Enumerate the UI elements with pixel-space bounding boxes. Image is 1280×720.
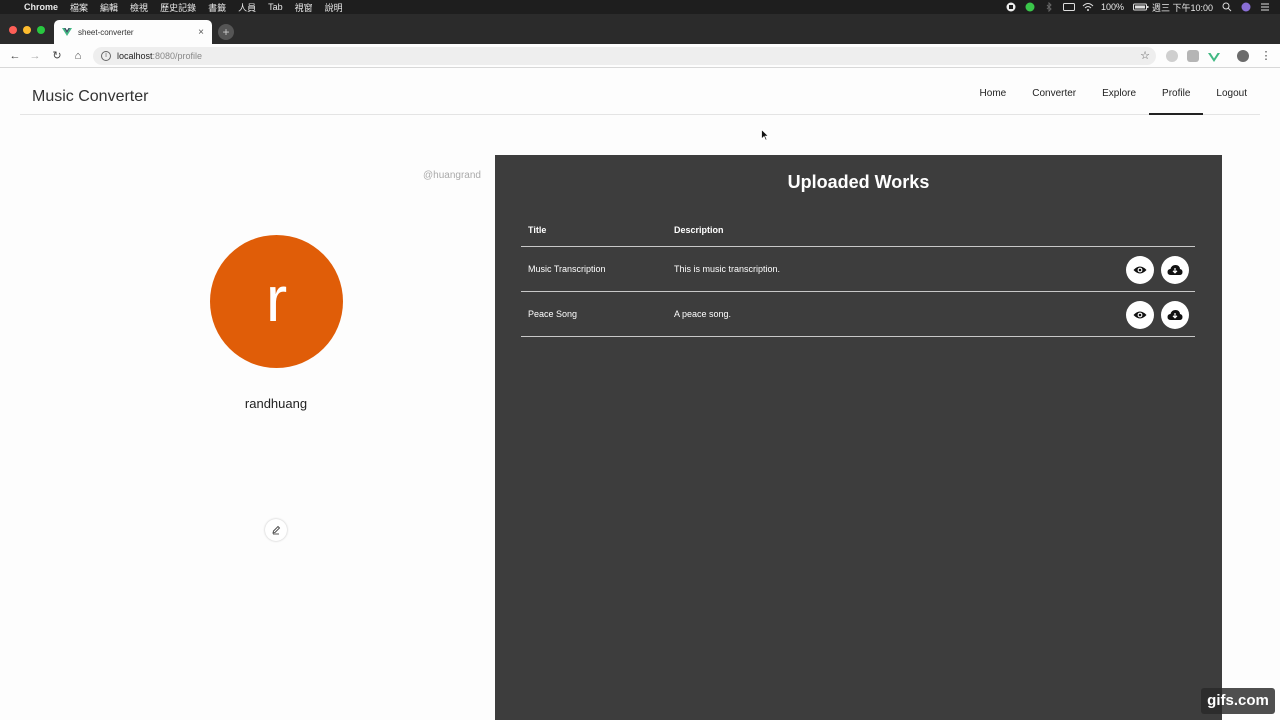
column-header-description: Description — [674, 225, 724, 235]
browser-toolbar: ← → ↻ ⌂ i localhost:8080/profile ☆ ⋮ — [0, 44, 1280, 68]
eye-icon — [1133, 266, 1147, 274]
profile-avatar-icon[interactable] — [1237, 50, 1249, 62]
nav-profile[interactable]: Profile — [1149, 68, 1204, 115]
bookmark-star-icon[interactable]: ☆ — [1140, 49, 1150, 62]
tab-title: sheet-converter — [78, 27, 134, 37]
url-host: localhost — [117, 51, 153, 61]
menu-item-file[interactable]: 檔案 — [70, 1, 88, 14]
username: randhuang — [244, 396, 308, 411]
menu-item-people[interactable]: 人員 — [238, 1, 256, 14]
spotlight-search-icon[interactable] — [1222, 2, 1232, 12]
menu-item-help[interactable]: 說明 — [325, 1, 343, 14]
cloud-download-icon — [1167, 310, 1183, 320]
view-button[interactable] — [1126, 256, 1154, 284]
avatar: r — [210, 235, 343, 368]
menu-item-edit[interactable]: 編輯 — [100, 1, 118, 14]
extension-vue-icon[interactable] — [1208, 50, 1220, 62]
view-button[interactable] — [1126, 301, 1154, 329]
site-info-icon[interactable]: i — [101, 51, 111, 61]
back-arrow-icon[interactable]: ← — [8, 49, 22, 63]
battery-icon[interactable] — [1132, 2, 1149, 12]
edit-profile-button[interactable] — [265, 519, 287, 541]
brand-title[interactable]: Music Converter — [32, 88, 148, 106]
browser-tab-strip: sheet-converter × + — [0, 14, 1280, 44]
menu-item-view[interactable]: 檢視 — [130, 1, 148, 14]
extension-moon-icon[interactable] — [1166, 50, 1178, 62]
address-bar[interactable]: i localhost:8080/profile ☆ — [93, 47, 1156, 65]
window-zoom-button[interactable] — [37, 26, 45, 34]
menu-item-window[interactable]: 視窗 — [295, 1, 313, 14]
url-path: :8080/profile — [152, 51, 203, 61]
new-tab-button[interactable]: + — [218, 24, 234, 40]
mouse-cursor-icon — [761, 128, 770, 146]
extension-shield-icon[interactable] — [1187, 50, 1199, 62]
nav-explore[interactable]: Explore — [1089, 68, 1149, 114]
work-title: Peace Song — [528, 309, 578, 319]
table-row: Music Transcription This is music transc… — [521, 247, 1195, 292]
notification-center-icon[interactable] — [1260, 2, 1270, 12]
table-header: Title Description — [521, 217, 1195, 247]
app-navbar: Music Converter Home Converter Explore P… — [20, 68, 1260, 115]
uploaded-works-heading: Uploaded Works — [787, 172, 930, 192]
menu-item-history[interactable]: 歷史記錄 — [160, 1, 196, 14]
download-button[interactable] — [1161, 256, 1189, 284]
macos-menu-bar: Chrome 檔案 編輯 檢視 歷史記錄 書籤 人員 Tab 視窗 說明 100… — [0, 0, 1280, 14]
window-minimize-button[interactable] — [23, 26, 31, 34]
eye-icon — [1133, 311, 1147, 319]
window-close-button[interactable] — [9, 26, 17, 34]
tab-close-icon[interactable]: × — [198, 27, 204, 38]
uploaded-works-panel: Uploaded Works Title Description Music T… — [495, 155, 1222, 720]
work-description: A peace song. — [674, 309, 732, 319]
menu-app-name[interactable]: Chrome — [24, 2, 58, 12]
keyboard-icon[interactable] — [1062, 2, 1075, 12]
nav-logout[interactable]: Logout — [1203, 68, 1260, 114]
menu-item-bookmarks[interactable]: 書籤 — [208, 1, 226, 14]
work-title: Music Transcription — [528, 264, 606, 274]
pencil-icon — [272, 525, 281, 535]
menu-item-tab[interactable]: Tab — [268, 2, 283, 12]
nav-links: Home Converter Explore Profile Logout — [967, 68, 1260, 115]
battery-percent: 100% — [1100, 2, 1124, 12]
bluetooth-icon[interactable] — [1044, 1, 1054, 13]
home-icon[interactable]: ⌂ — [71, 49, 85, 63]
reload-icon[interactable]: ↻ — [50, 49, 64, 63]
chrome-menu-icon[interactable]: ⋮ — [1259, 49, 1273, 63]
gifs-watermark: gifs.com — [1201, 688, 1275, 714]
vue-favicon-icon — [62, 27, 72, 37]
works-table: Title Description Music Transcription Th… — [521, 217, 1195, 337]
cloud-download-icon — [1167, 265, 1183, 275]
download-button[interactable] — [1161, 301, 1189, 329]
column-header-title: Title — [528, 225, 547, 235]
record-icon[interactable] — [1006, 2, 1016, 12]
table-row: Peace Song A peace song. — [521, 292, 1195, 337]
clock[interactable]: 週三 下午10:00 — [1152, 1, 1213, 14]
siri-icon[interactable] — [1241, 2, 1251, 12]
nav-converter[interactable]: Converter — [1019, 68, 1089, 114]
nav-home[interactable]: Home — [967, 68, 1020, 114]
work-description: This is music transcription. — [674, 264, 781, 274]
forward-arrow-icon[interactable]: → — [28, 49, 42, 63]
line-app-icon[interactable] — [1025, 2, 1035, 12]
user-handle: @huangrand — [423, 170, 481, 181]
browser-tab[interactable]: sheet-converter × — [54, 20, 212, 44]
wifi-icon[interactable] — [1082, 2, 1094, 12]
